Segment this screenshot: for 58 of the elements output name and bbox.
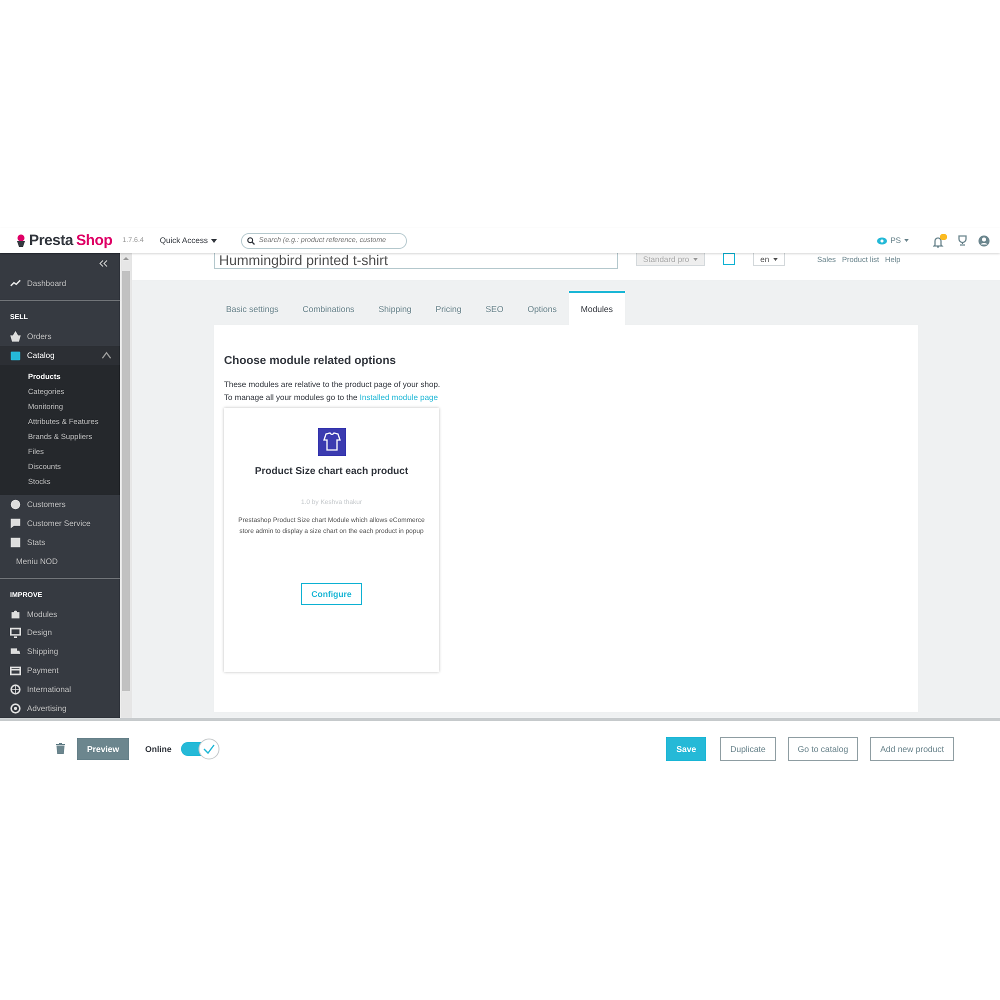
logo-text: Shop [76, 232, 112, 249]
logo-text: Presta [29, 232, 74, 249]
sidebar-item[interactable]: Customer Service [0, 514, 120, 533]
online-toggle[interactable] [180, 738, 220, 760]
scroll-up-icon[interactable] [123, 256, 129, 261]
bird-logo-icon [16, 234, 26, 248]
preview-button[interactable]: Preview [77, 738, 130, 760]
trophy-icon[interactable] [957, 235, 968, 246]
sidebar-item[interactable]: Meniu NOD [0, 552, 120, 571]
sidebar-item[interactable]: Stats [0, 532, 120, 552]
sidebar-item[interactable]: Orders [0, 327, 120, 346]
tab[interactable]: Basic settings [214, 291, 290, 325]
bell-icon[interactable] [933, 234, 947, 248]
chevron-icon [101, 350, 112, 362]
quick-access-menu[interactable]: Quick Access [160, 236, 217, 245]
target-icon [10, 702, 21, 714]
scrollbar-thumb[interactable] [122, 271, 130, 691]
trash-icon[interactable] [56, 743, 65, 754]
caret-icon [210, 238, 217, 242]
trend-icon [10, 278, 21, 290]
footer-button[interactable]: Add new product [870, 736, 954, 760]
caret-icon [773, 258, 778, 260]
chat-icon [10, 518, 21, 529]
intro-text: These modules are relative to the product page of your shop. [224, 379, 442, 391]
sidebar-item[interactable]: Payment [0, 661, 120, 680]
tab[interactable]: SEO [474, 291, 516, 325]
monitor-icon [10, 627, 21, 638]
module-title: Product Size chart each product [254, 466, 408, 477]
footer-button[interactable]: Duplicate [720, 736, 776, 760]
manage-text: To manage all your modules go to the [224, 393, 358, 402]
section-heading: Choose module related options [224, 355, 397, 367]
sidebar-item[interactable]: Shipping [0, 642, 120, 662]
shirt-icon [318, 428, 346, 456]
card-icon [10, 665, 21, 676]
language-dropdown[interactable]: en [753, 253, 786, 266]
tab[interactable]: Shipping [366, 291, 424, 325]
basket-icon [10, 331, 21, 342]
sidebar-item[interactable]: Catalog [0, 346, 120, 365]
online-label: Online [145, 744, 172, 754]
sidebar-item[interactable]: Design [0, 623, 120, 642]
caret-icon [904, 239, 909, 242]
sidebar-item[interactable]: Modules [0, 604, 120, 624]
shop-menu[interactable]: PS [877, 236, 909, 245]
sidebar-item[interactable]: International [0, 680, 120, 700]
sidebar-item[interactable]: Advertising [0, 699, 120, 718]
tab[interactable]: Combinations [290, 291, 366, 325]
globe-icon [10, 684, 21, 696]
footer-button[interactable]: Go to catalog [788, 736, 858, 760]
tab[interactable]: Pricing [424, 291, 474, 325]
caret-icon [693, 258, 698, 260]
sidebar-item[interactable]: Dashboard [0, 274, 120, 294]
product-name-field[interactable]: Hummingbird printed t-shirt [214, 253, 618, 269]
user-avatar-icon[interactable] [978, 234, 990, 246]
sidebar-item[interactable]: Customers [0, 495, 120, 514]
tab[interactable]: Options [515, 291, 569, 325]
eye-icon [877, 236, 888, 244]
tab[interactable]: Modules [568, 291, 625, 325]
collapse-icon[interactable] [99, 260, 108, 268]
